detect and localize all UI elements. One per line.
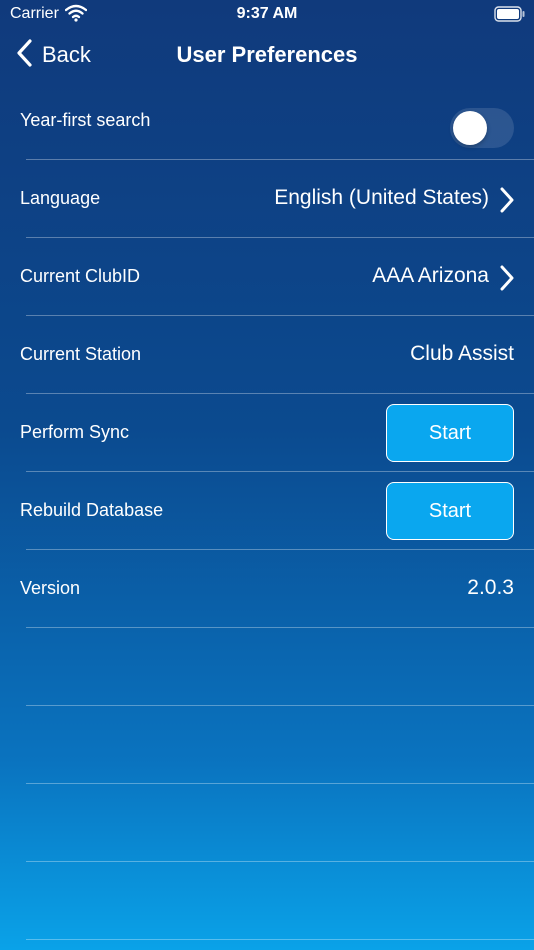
row-version: Version 2.0.3	[20, 550, 534, 628]
chevron-right-icon	[500, 265, 514, 296]
row-language[interactable]: Language English (United States)	[20, 160, 534, 238]
empty-row	[26, 862, 534, 940]
row-rebuild-database: Rebuild Database Start	[20, 472, 534, 550]
status-bar: Carrier 9:37 AM	[0, 0, 534, 28]
current-station-label: Current Station	[20, 344, 142, 364]
current-clubid-label: Current ClubID	[20, 266, 141, 286]
current-station-value: Club Assist	[410, 342, 514, 365]
battery-icon	[494, 6, 526, 27]
preferences-list: Year-first search Language English (Unit…	[0, 82, 534, 940]
toggle-knob	[453, 111, 487, 145]
status-time: 9:37 AM	[236, 5, 298, 22]
rebuild-database-start-button[interactable]: Start	[386, 482, 514, 540]
language-label: Language	[20, 188, 101, 208]
row-current-clubid[interactable]: Current ClubID AAA Arizona	[20, 238, 534, 316]
version-label: Version	[20, 578, 81, 598]
current-clubid-value: AAA Arizona	[372, 264, 489, 287]
row-year-first-search: Year-first search	[20, 82, 534, 160]
empty-row	[26, 784, 534, 862]
year-first-search-toggle[interactable]	[450, 108, 514, 148]
chevron-right-icon	[500, 187, 514, 218]
perform-sync-label: Perform Sync	[20, 422, 130, 442]
row-perform-sync: Perform Sync Start	[20, 394, 534, 472]
perform-sync-start-button[interactable]: Start	[386, 404, 514, 462]
empty-row	[26, 628, 534, 706]
year-first-search-label: Year-first search	[20, 110, 151, 130]
page-title: User Preferences	[176, 42, 358, 67]
row-current-station: Current Station Club Assist	[20, 316, 534, 394]
rebuild-database-label: Rebuild Database	[20, 500, 164, 520]
version-value: 2.0.3	[467, 576, 514, 599]
navigation-bar: Back User Preferences	[0, 28, 534, 82]
language-value: English (United States)	[274, 186, 489, 209]
empty-row	[26, 706, 534, 784]
